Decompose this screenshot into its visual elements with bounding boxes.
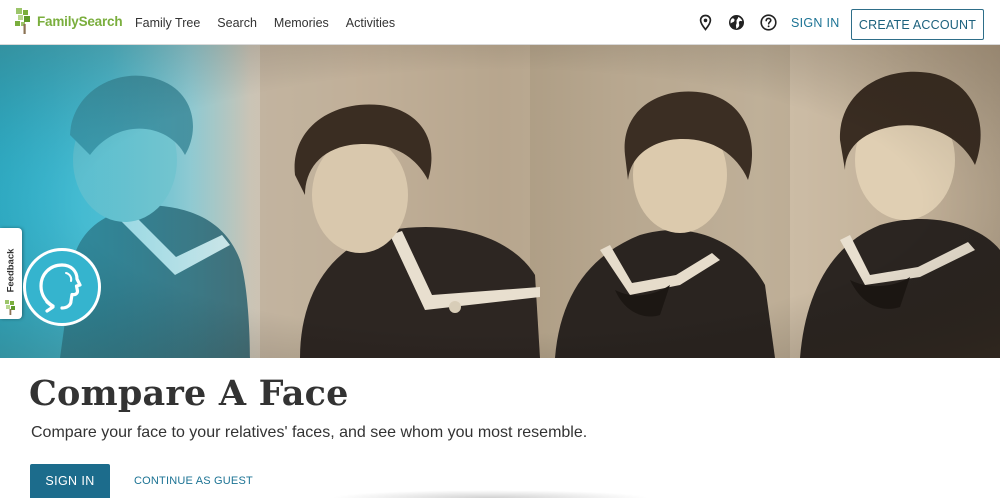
hero-portraits-image	[0, 45, 1000, 358]
page-title: Compare A Face	[29, 373, 349, 414]
content-card-shadow	[330, 490, 650, 498]
header-sign-in-link[interactable]: SIGN IN	[791, 16, 840, 30]
logo-text: FamilySearch	[37, 13, 123, 29]
nav-search[interactable]: Search	[217, 16, 257, 30]
feedback-tab[interactable]: Feedback	[0, 228, 22, 319]
compare-face-badge	[23, 248, 101, 326]
familysearch-logo[interactable]: FamilySearch	[14, 6, 123, 36]
family-tree-logo-icon	[15, 8, 30, 34]
globe-icon[interactable]	[728, 14, 745, 31]
nav-family-tree[interactable]: Family Tree	[135, 16, 200, 30]
create-account-button[interactable]: CREATE ACCOUNT	[851, 9, 984, 40]
continue-as-guest-link[interactable]: CONTINUE AS GUEST	[134, 475, 253, 487]
location-pin-icon[interactable]	[697, 14, 714, 31]
feedback-logo-icon	[5, 300, 15, 315]
hero-banner: Feedback	[0, 45, 1000, 358]
help-icon[interactable]	[760, 14, 777, 31]
top-header: FamilySearch Family Tree Search Memories…	[0, 0, 1000, 45]
nav-memories[interactable]: Memories	[274, 16, 329, 30]
main-nav: Family Tree Search Memories Activities	[135, 0, 412, 45]
sign-in-button[interactable]: SIGN IN	[30, 464, 110, 498]
feedback-label: Feedback	[5, 248, 17, 293]
nav-activities[interactable]: Activities	[346, 16, 395, 30]
compare-face-icon	[39, 263, 82, 313]
page-subtitle: Compare your face to your relatives' fac…	[31, 424, 588, 441]
